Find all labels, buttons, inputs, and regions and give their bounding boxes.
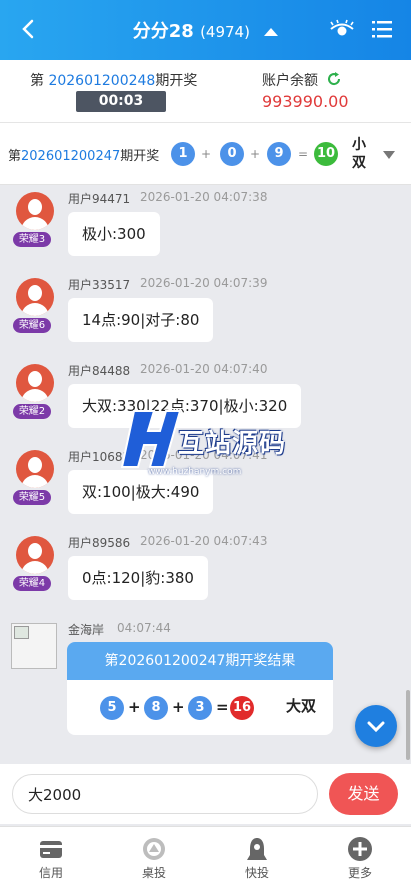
input-bar: 发送 bbox=[0, 764, 411, 824]
plus-sign: + bbox=[128, 698, 141, 716]
issue-prefix: 第 bbox=[8, 149, 22, 164]
level-badge: 荣耀2 bbox=[13, 404, 51, 419]
message-username: 用户94471 bbox=[68, 192, 131, 206]
card-ball-1: 5 bbox=[100, 696, 124, 720]
message-time: 2026-01-20 04:07:39 bbox=[140, 276, 268, 290]
tab-quick-bet[interactable]: 快投 bbox=[206, 827, 308, 888]
user-avatar[interactable] bbox=[16, 536, 54, 574]
level-badge: 荣耀4 bbox=[13, 576, 51, 591]
user-avatar[interactable] bbox=[16, 450, 54, 488]
balance-label-row: 账户余额 bbox=[262, 70, 342, 91]
game-name: 分分28 bbox=[132, 21, 194, 42]
message-bubble: 大双:330|22点:370|极小:320 bbox=[68, 384, 302, 428]
message-username: 用户10683 bbox=[68, 450, 131, 464]
message-time: 2026-01-20 04:07:43 bbox=[140, 534, 268, 548]
message-username: 用户89586 bbox=[68, 536, 131, 550]
system-message-time: 04:07:44 bbox=[117, 621, 171, 635]
bottom-tab-bar: 信用 桌投 快投 更多 bbox=[0, 826, 411, 888]
issue-suffix: 期开奖 bbox=[120, 149, 160, 164]
table-bet-icon bbox=[140, 835, 168, 863]
result-tag: 小双 bbox=[352, 137, 366, 171]
account-balance: 993990.00 bbox=[262, 92, 349, 111]
result-card: 第202601200247期开奖结果 5 + 8 + 3 = 16 大双 bbox=[67, 642, 333, 735]
tab-label: 快投 bbox=[244, 866, 269, 880]
card-sum-ball: 16 bbox=[230, 696, 254, 720]
card-result-label: 大双 bbox=[286, 697, 317, 715]
top-bar: 分分28 (4974) bbox=[0, 0, 411, 60]
online-count: (4974) bbox=[200, 23, 250, 41]
equals-sign: = bbox=[298, 147, 309, 161]
message-time: 2026-01-20 04:07:41 bbox=[140, 448, 268, 462]
tab-more[interactable]: 更多 bbox=[309, 827, 411, 888]
issue-prefix: 第 bbox=[30, 73, 44, 89]
refresh-icon[interactable] bbox=[326, 71, 342, 91]
credit-card-icon bbox=[37, 835, 65, 863]
tab-label: 更多 bbox=[347, 866, 372, 880]
message-time: 2026-01-20 04:07:38 bbox=[140, 190, 268, 204]
broken-image-avatar bbox=[11, 623, 57, 669]
message-username: 用户33517 bbox=[68, 278, 131, 292]
expand-up-icon[interactable] bbox=[264, 28, 279, 36]
system-sender-name: 金海岸 bbox=[68, 623, 105, 637]
current-issue-number: 202601200248 bbox=[48, 73, 156, 89]
balance-label: 账户余额 bbox=[262, 73, 318, 89]
plus-sign: + bbox=[201, 147, 212, 161]
tab-label: 桌投 bbox=[141, 866, 166, 880]
system-result-message: 金海岸 04:07:44 第202601200247期开奖结果 5 + 8 + … bbox=[0, 618, 411, 748]
last-issue-label: 第202601200247期开奖 bbox=[8, 145, 159, 164]
result-ball-3: 9 bbox=[267, 142, 291, 166]
issue-suffix: 期开奖 bbox=[155, 73, 198, 89]
message-bubble: 极小:300 bbox=[68, 212, 160, 256]
current-issue-label: 第 202601200248期开奖 bbox=[30, 70, 197, 90]
card-ball-3: 3 bbox=[188, 696, 212, 720]
tab-credit[interactable]: 信用 bbox=[0, 827, 102, 888]
message-bubble: 14点:90|对子:80 bbox=[68, 298, 214, 342]
user-avatar[interactable] bbox=[16, 364, 54, 402]
plus-sign: + bbox=[250, 147, 261, 161]
send-button[interactable]: 发送 bbox=[329, 773, 398, 815]
more-plus-icon bbox=[346, 835, 374, 863]
result-ball-2: 0 bbox=[220, 142, 244, 166]
user-avatar[interactable] bbox=[16, 278, 54, 316]
result-ball-1: 1 bbox=[171, 142, 195, 166]
scroll-down-button[interactable] bbox=[355, 705, 397, 747]
message-time: 2026-01-20 04:07:40 bbox=[140, 362, 268, 376]
message-bubble: 双:100|极大:490 bbox=[68, 470, 214, 514]
current-issue-panel: 第 202601200248期开奖 00:03 账户余额 993990.00 bbox=[0, 60, 411, 123]
result-card-title: 第202601200247期开奖结果 bbox=[67, 642, 333, 680]
equals-sign: = bbox=[216, 698, 229, 716]
bet-input[interactable] bbox=[12, 774, 318, 814]
dropdown-arrow-icon[interactable] bbox=[383, 151, 395, 159]
level-badge: 荣耀3 bbox=[13, 232, 51, 247]
message-bubble: 0点:120|豹:380 bbox=[68, 556, 208, 600]
eye-icon[interactable] bbox=[329, 16, 355, 42]
level-badge: 荣耀5 bbox=[13, 490, 51, 505]
chat-scrollbar[interactable] bbox=[406, 690, 410, 760]
countdown-timer: 00:03 bbox=[76, 91, 166, 112]
menu-list-icon[interactable] bbox=[369, 16, 395, 42]
last-result-row[interactable]: 第202601200247期开奖 1 + 0 + 9 = 10 小双 bbox=[0, 123, 411, 185]
user-avatar[interactable] bbox=[16, 192, 54, 230]
tab-label: 信用 bbox=[38, 866, 63, 880]
tab-table-bet[interactable]: 桌投 bbox=[103, 827, 205, 888]
card-ball-2: 8 bbox=[144, 696, 168, 720]
plus-sign: + bbox=[172, 698, 185, 716]
level-badge: 荣耀6 bbox=[13, 318, 51, 333]
result-sum-ball: 10 bbox=[314, 142, 338, 166]
last-issue-number: 202601200247 bbox=[21, 149, 121, 164]
quick-bet-icon bbox=[243, 835, 271, 863]
message-username: 用户84488 bbox=[68, 364, 131, 378]
